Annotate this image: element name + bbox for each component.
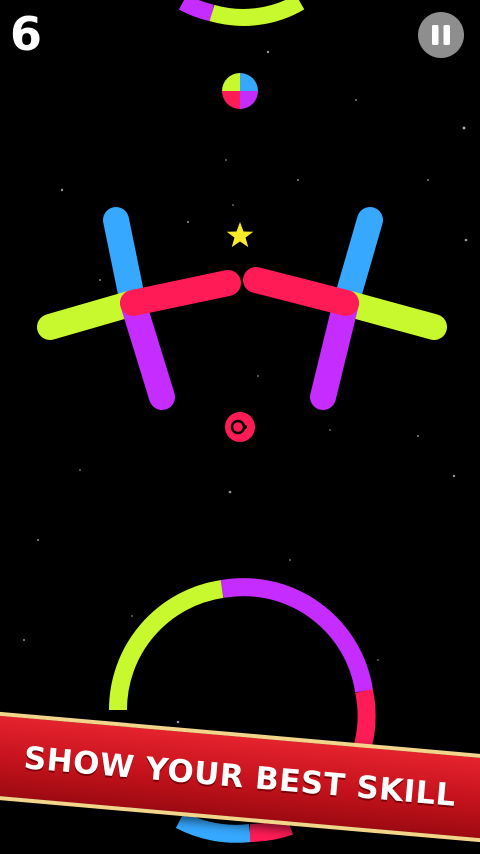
right-cross-obstacle bbox=[243, 207, 447, 410]
score-counter: 6 bbox=[10, 7, 43, 61]
left-cross-obstacle bbox=[37, 207, 241, 410]
pause-icon bbox=[432, 25, 450, 45]
pause-button[interactable] bbox=[418, 12, 464, 58]
background-stars bbox=[22, 50, 468, 724]
game-screen[interactable]: 6 SHOW YOUR BEST SKILL bbox=[0, 0, 480, 854]
star-icon bbox=[226, 222, 254, 248]
player-ball bbox=[225, 412, 255, 442]
top-ring-obstacle bbox=[178, 0, 305, 26]
banner-text: SHOW YOUR BEST SKILL bbox=[22, 740, 458, 814]
color-switcher-icon bbox=[222, 73, 258, 109]
